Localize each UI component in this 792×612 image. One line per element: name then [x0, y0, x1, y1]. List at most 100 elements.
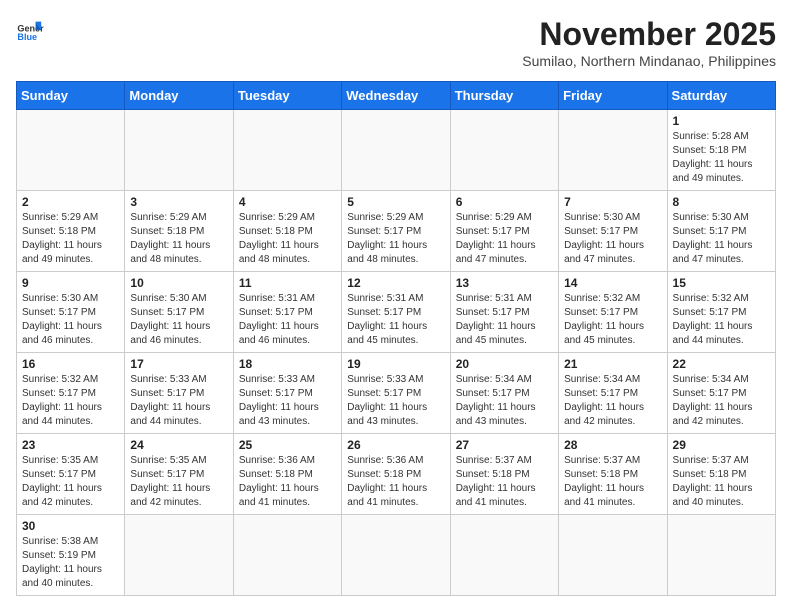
day-number: 24 — [130, 438, 227, 452]
weekday-header-sunday: Sunday — [17, 82, 125, 110]
calendar-cell — [450, 110, 558, 191]
cell-content: Sunrise: 5:36 AM Sunset: 5:18 PM Dayligh… — [347, 454, 444, 510]
day-number: 30 — [22, 519, 119, 533]
calendar-cell: 25 Sunrise: 5:36 AM Sunset: 5:18 PM Dayli… — [233, 434, 341, 515]
calendar-table: SundayMondayTuesdayWednesdayThursdayFrid… — [16, 81, 776, 596]
cell-content: Sunrise: 5:33 AM Sunset: 5:17 PM Dayligh… — [130, 373, 227, 429]
calendar-cell — [125, 110, 233, 191]
day-number: 6 — [456, 195, 553, 209]
calendar-week-row: 9 Sunrise: 5:30 AM Sunset: 5:17 PM Daylig… — [17, 272, 776, 353]
day-number: 14 — [564, 276, 661, 290]
day-number: 22 — [673, 357, 770, 371]
day-number: 15 — [673, 276, 770, 290]
cell-content: Sunrise: 5:32 AM Sunset: 5:17 PM Dayligh… — [673, 292, 770, 348]
calendar-cell: 23 Sunrise: 5:35 AM Sunset: 5:17 PM Dayli… — [17, 434, 125, 515]
calendar-cell: 10 Sunrise: 5:30 AM Sunset: 5:17 PM Dayli… — [125, 272, 233, 353]
calendar-cell: 5 Sunrise: 5:29 AM Sunset: 5:17 PM Daylig… — [342, 191, 450, 272]
cell-content: Sunrise: 5:31 AM Sunset: 5:17 PM Dayligh… — [456, 292, 553, 348]
calendar-cell: 22 Sunrise: 5:34 AM Sunset: 5:17 PM Dayli… — [667, 353, 775, 434]
cell-content: Sunrise: 5:31 AM Sunset: 5:17 PM Dayligh… — [347, 292, 444, 348]
cell-content: Sunrise: 5:37 AM Sunset: 5:18 PM Dayligh… — [673, 454, 770, 510]
day-number: 3 — [130, 195, 227, 209]
day-number: 2 — [22, 195, 119, 209]
cell-content: Sunrise: 5:30 AM Sunset: 5:17 PM Dayligh… — [22, 292, 119, 348]
weekday-header-wednesday: Wednesday — [342, 82, 450, 110]
cell-content: Sunrise: 5:32 AM Sunset: 5:17 PM Dayligh… — [564, 292, 661, 348]
day-number: 21 — [564, 357, 661, 371]
logo: General Blue — [16, 16, 44, 44]
cell-content: Sunrise: 5:38 AM Sunset: 5:19 PM Dayligh… — [22, 535, 119, 591]
weekday-header-monday: Monday — [125, 82, 233, 110]
calendar-cell — [125, 515, 233, 596]
day-number: 19 — [347, 357, 444, 371]
calendar-cell: 9 Sunrise: 5:30 AM Sunset: 5:17 PM Daylig… — [17, 272, 125, 353]
weekday-header-thursday: Thursday — [450, 82, 558, 110]
calendar-cell: 6 Sunrise: 5:29 AM Sunset: 5:17 PM Daylig… — [450, 191, 558, 272]
calendar-cell — [559, 515, 667, 596]
calendar-cell: 18Sunrise: 5:33 AM Sunset: 5:17 PM Dayli… — [233, 353, 341, 434]
day-number: 4 — [239, 195, 336, 209]
cell-content: Sunrise: 5:35 AM Sunset: 5:17 PM Dayligh… — [22, 454, 119, 510]
cell-content: Sunrise: 5:37 AM Sunset: 5:18 PM Dayligh… — [456, 454, 553, 510]
weekday-header-tuesday: Tuesday — [233, 82, 341, 110]
calendar-cell: 24Sunrise: 5:35 AM Sunset: 5:17 PM Dayli… — [125, 434, 233, 515]
day-number: 12 — [347, 276, 444, 290]
cell-content: Sunrise: 5:29 AM Sunset: 5:17 PM Dayligh… — [456, 211, 553, 267]
day-number: 20 — [456, 357, 553, 371]
calendar-cell — [233, 515, 341, 596]
calendar-cell: 1 Sunrise: 5:28 AM Sunset: 5:18 PM Daylig… — [667, 110, 775, 191]
day-number: 10 — [130, 276, 227, 290]
day-number: 5 — [347, 195, 444, 209]
month-title: November 2025 — [522, 16, 776, 53]
cell-content: Sunrise: 5:29 AM Sunset: 5:18 PM Dayligh… — [130, 211, 227, 267]
day-number: 25 — [239, 438, 336, 452]
calendar-cell — [342, 515, 450, 596]
weekday-header-saturday: Saturday — [667, 82, 775, 110]
calendar-cell — [233, 110, 341, 191]
calendar-cell — [17, 110, 125, 191]
cell-content: Sunrise: 5:30 AM Sunset: 5:17 PM Dayligh… — [673, 211, 770, 267]
calendar-cell: 26Sunrise: 5:36 AM Sunset: 5:18 PM Dayli… — [342, 434, 450, 515]
cell-content: Sunrise: 5:30 AM Sunset: 5:17 PM Dayligh… — [130, 292, 227, 348]
day-number: 1 — [673, 114, 770, 128]
cell-content: Sunrise: 5:30 AM Sunset: 5:17 PM Dayligh… — [564, 211, 661, 267]
title-section: November 2025 Sumilao, Northern Mindanao… — [522, 16, 776, 69]
calendar-cell: 14 Sunrise: 5:32 AM Sunset: 5:17 PM Dayli… — [559, 272, 667, 353]
cell-content: Sunrise: 5:32 AM Sunset: 5:17 PM Dayligh… — [22, 373, 119, 429]
weekday-header-row: SundayMondayTuesdayWednesdayThursdayFrid… — [17, 82, 776, 110]
calendar-cell: 17 Sunrise: 5:33 AM Sunset: 5:17 PM Dayli… — [125, 353, 233, 434]
calendar-cell: 8 Sunrise: 5:30 AM Sunset: 5:17 PM Daylig… — [667, 191, 775, 272]
cell-content: Sunrise: 5:34 AM Sunset: 5:17 PM Dayligh… — [456, 373, 553, 429]
calendar-cell: 11Sunrise: 5:31 AM Sunset: 5:17 PM Dayli… — [233, 272, 341, 353]
calendar-cell: 7 Sunrise: 5:30 AM Sunset: 5:17 PM Daylig… — [559, 191, 667, 272]
calendar-cell: 13 Sunrise: 5:31 AM Sunset: 5:17 PM Dayli… — [450, 272, 558, 353]
cell-content: Sunrise: 5:34 AM Sunset: 5:17 PM Dayligh… — [673, 373, 770, 429]
day-number: 7 — [564, 195, 661, 209]
calendar-cell: 4 Sunrise: 5:29 AM Sunset: 5:18 PM Daylig… — [233, 191, 341, 272]
cell-content: Sunrise: 5:29 AM Sunset: 5:17 PM Dayligh… — [347, 211, 444, 267]
day-number: 18 — [239, 357, 336, 371]
day-number: 23 — [22, 438, 119, 452]
location-subtitle: Sumilao, Northern Mindanao, Philippines — [522, 53, 776, 69]
calendar-cell — [559, 110, 667, 191]
generalblue-logo-icon: General Blue — [16, 16, 44, 44]
cell-content: Sunrise: 5:29 AM Sunset: 5:18 PM Dayligh… — [22, 211, 119, 267]
calendar-cell: 27Sunrise: 5:37 AM Sunset: 5:18 PM Dayli… — [450, 434, 558, 515]
day-number: 28 — [564, 438, 661, 452]
calendar-cell: 19Sunrise: 5:33 AM Sunset: 5:17 PM Dayli… — [342, 353, 450, 434]
cell-content: Sunrise: 5:36 AM Sunset: 5:18 PM Dayligh… — [239, 454, 336, 510]
calendar-week-row: 2 Sunrise: 5:29 AM Sunset: 5:18 PM Daylig… — [17, 191, 776, 272]
day-number: 9 — [22, 276, 119, 290]
cell-content: Sunrise: 5:29 AM Sunset: 5:18 PM Dayligh… — [239, 211, 336, 267]
weekday-header-friday: Friday — [559, 82, 667, 110]
day-number: 17 — [130, 357, 227, 371]
day-number: 13 — [456, 276, 553, 290]
calendar-cell: 28Sunrise: 5:37 AM Sunset: 5:18 PM Dayli… — [559, 434, 667, 515]
calendar-cell: 30 Sunrise: 5:38 AM Sunset: 5:19 PM Dayli… — [17, 515, 125, 596]
day-number: 29 — [673, 438, 770, 452]
calendar-week-row: 30 Sunrise: 5:38 AM Sunset: 5:19 PM Dayli… — [17, 515, 776, 596]
calendar-cell: 29 Sunrise: 5:37 AM Sunset: 5:18 PM Dayli… — [667, 434, 775, 515]
day-number: 8 — [673, 195, 770, 209]
day-number: 16 — [22, 357, 119, 371]
cell-content: Sunrise: 5:28 AM Sunset: 5:18 PM Dayligh… — [673, 130, 770, 186]
